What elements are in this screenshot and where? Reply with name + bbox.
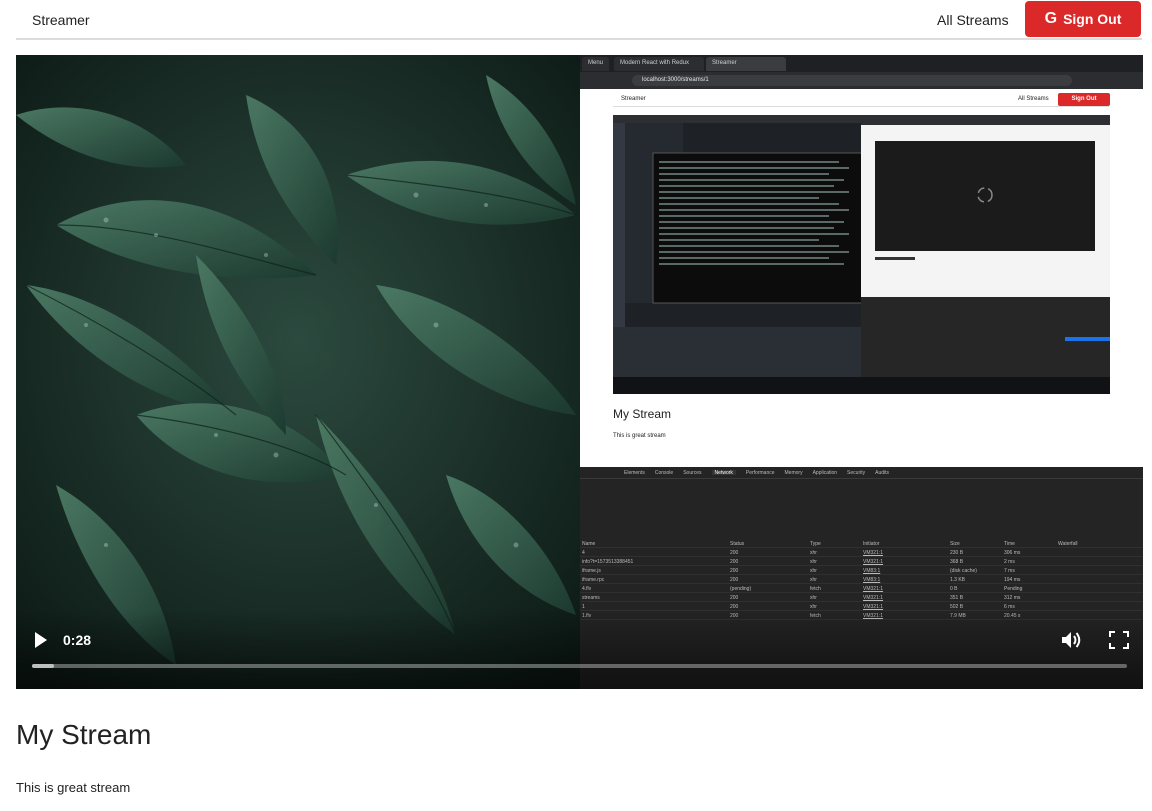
volume-icon[interactable] [1060,629,1084,651]
sign-out-label: Sign Out [1063,11,1122,27]
network-column-header: Waterfall [1058,541,1078,547]
network-cell: (pending) [730,586,752,592]
devtools-tabs: Elements Console Sources Network Perform… [580,467,1143,479]
leaves-background-image [16,55,580,689]
devtools-tab: Elements [624,470,645,476]
controls-overlay [16,609,1143,689]
network-cell: streams [582,595,600,601]
network-cell: 368 B [950,559,964,565]
network-cell: VM83:1 [863,568,881,574]
devtools-tab: Application [812,470,838,476]
recorded-stream-description: This is great stream [613,433,666,439]
network-column-header: Initiator [863,541,880,547]
recorded-page: Streamer All Streams Sign Out My Stream … [580,89,1143,467]
app-header: Streamer All Streams G Sign Out [16,0,1142,40]
network-column-header: Time [1004,541,1015,547]
devtools-tab: Network [711,470,736,476]
network-cell: xhr [810,550,817,556]
network-cell: xhr [810,559,817,565]
network-row: iframe.rpc 200 xhr VM83:1 1.3 KB 194 ms [580,575,1143,584]
network-cell: 200 [730,550,739,556]
network-cell: xhr [810,568,817,574]
devtools-tab: Performance [745,470,775,476]
network-cell: 2 ms [1004,559,1015,565]
browser-tab: Streamer [706,57,786,71]
devtools-tab: Memory [784,470,803,476]
network-cell: 1.3 KB [950,577,966,583]
recorded-stream-title: My Stream [613,407,672,421]
network-row: streams 200 xhr VM321:1 351 B 312 ms [580,593,1143,602]
browser-tab: Modern React with Redux [614,57,704,71]
recorded-sign-out: Sign Out [1058,93,1110,106]
network-cell: fetch [810,586,821,592]
network-cell: 351 B [950,595,964,601]
network-column-header: Type [810,541,821,547]
network-cell: 306 ms [1004,550,1021,556]
network-cell: VM321:1 [863,559,884,565]
network-cell: xhr [810,577,817,583]
fullscreen-icon[interactable] [1108,630,1130,650]
network-header-row: Name Status Type Initiator Size Time Wat… [580,539,1143,548]
network-cell: info?t=1573513388451 [582,559,634,565]
devtools-tab: Audits [875,470,890,476]
network-cell: Pending [1004,586,1023,592]
network-row: info?t=1573513388451 200 xhr VM321:1 368 B 2 … [580,557,1143,566]
network-cell: 200 [730,577,739,583]
network-cell: VM321:1 [863,550,884,556]
browser-tabs: Menu Modern React with Redux Streamer [580,55,1143,72]
network-cell: xhr [810,595,817,601]
recorded-nested-screen [613,115,1110,394]
network-cell: 200 [730,595,739,601]
browser-tab: Menu [582,57,610,71]
recorded-brand: Streamer [621,96,646,102]
play-icon[interactable] [32,629,50,651]
network-cell: VM321:1 [863,586,884,592]
video-player[interactable]: Menu Modern React with Redux Streamer lo… [16,55,1143,689]
network-cell: 200 [730,559,739,565]
devtools-tab: Console [654,470,674,476]
recorded-all-streams: All Streams [1018,96,1049,102]
stream-description: This is great stream [16,780,131,795]
browser-chrome: Menu Modern React with Redux Streamer lo… [580,55,1143,89]
seek-bar[interactable] [32,664,1127,668]
recorded-header: Streamer All Streams Sign Out [613,93,1110,107]
network-row: 4 200 xhr VM321:1 230 B 306 ms [580,548,1143,557]
network-column-header: Status [730,541,745,547]
network-column-header: Size [950,541,960,547]
network-column-header: Name [582,541,596,547]
network-row: iframe.js 200 xhr VM83:1 (disk cache) 7 ms [580,566,1143,575]
brand-link[interactable]: Streamer [32,12,90,28]
network-cell: 4.flv [582,586,592,592]
network-cell: VM83:1 [863,577,881,583]
nested-screen-graphic [613,115,1110,394]
network-cell: 230 B [950,550,964,556]
sign-out-button[interactable]: G Sign Out [1025,1,1141,37]
recorded-screen: Menu Modern React with Redux Streamer lo… [580,55,1143,689]
network-cell: 7 ms [1004,568,1015,574]
network-row: 4.flv (pending) fetch VM321:1 0 B Pending [580,584,1143,593]
current-time: 0:28 [63,632,92,648]
network-cell: iframe.js [582,568,601,574]
network-cell: 0 B [950,586,958,592]
seek-bar-progress [32,664,54,668]
devtools-tab: Security [847,470,866,476]
network-cell: 194 ms [1004,577,1021,583]
network-cell: 200 [730,568,739,574]
devtools-tab: Sources [683,470,702,476]
network-cell: VM321:1 [863,595,884,601]
network-cell: 312 ms [1004,595,1021,601]
network-cell: (disk cache) [950,568,977,574]
all-streams-link[interactable]: All Streams [937,12,1009,28]
network-cell: iframe.rpc [582,577,605,583]
browser-address-bar: localhost:3000/streams/1 [632,75,1072,86]
stream-title: My Stream [16,719,152,750]
google-icon: G [1044,10,1058,27]
network-cell: 4 [582,550,585,556]
